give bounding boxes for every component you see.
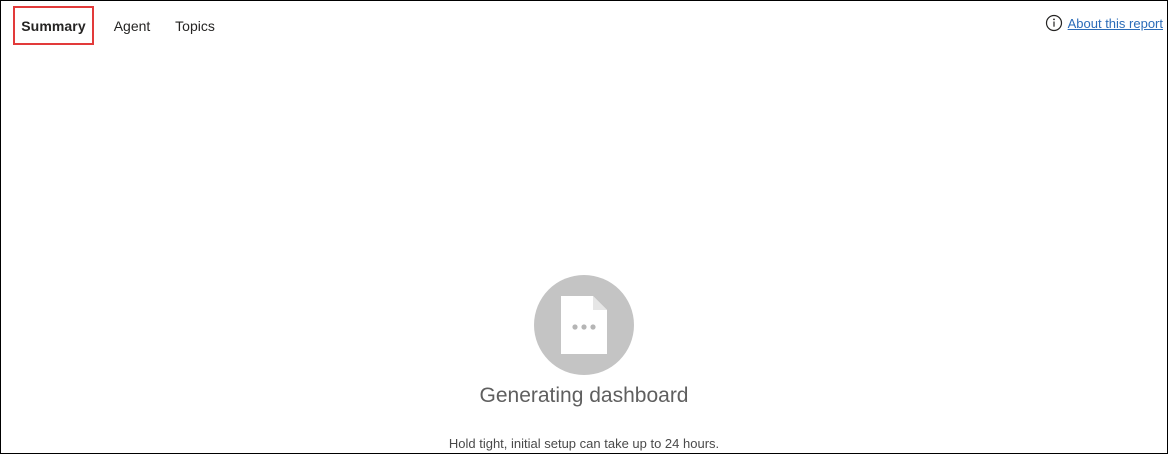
- tab-topics[interactable]: Topics: [170, 6, 220, 45]
- loading-message: Hold tight, initial setup can take up to…: [448, 436, 720, 451]
- tab-topics-label: Topics: [175, 17, 215, 34]
- about-report-link[interactable]: About this report: [1068, 16, 1163, 31]
- report-tabs: Summary Agent Topics: [13, 5, 220, 46]
- info-icon: [1045, 14, 1063, 32]
- report-frame: Summary Agent Topics About this report G…: [0, 0, 1168, 454]
- tab-summary[interactable]: Summary: [13, 6, 94, 45]
- tab-agent-label: Agent: [113, 17, 151, 34]
- about-report[interactable]: About this report: [1045, 13, 1163, 33]
- loading-icon-circle: [534, 275, 634, 375]
- loading-state: Generating dashboard Hold tight, initial…: [1, 275, 1167, 452]
- loading-title: Generating dashboard: [479, 384, 689, 407]
- document-loading-icon: [561, 296, 607, 354]
- tab-agent[interactable]: Agent: [94, 6, 170, 45]
- tab-summary-label: Summary: [21, 17, 86, 34]
